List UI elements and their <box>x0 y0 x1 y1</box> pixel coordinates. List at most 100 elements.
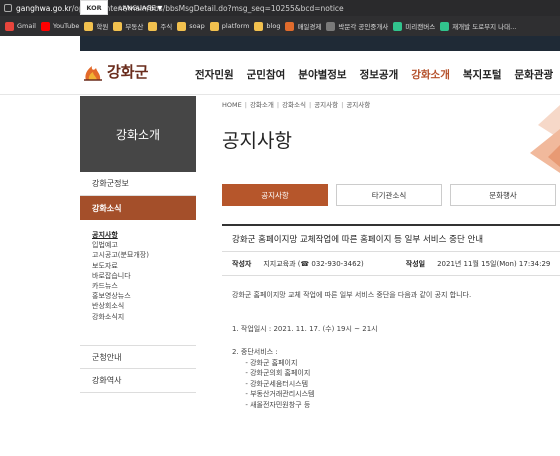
breadcrumb-separator: | <box>341 101 344 109</box>
site-header: 강화군 전자민원 군민참여 분야별정보 정보공개 강화소개 복지포털 문화관광 <box>0 51 560 95</box>
breadcrumb-separator: | <box>276 101 280 109</box>
bookmark-icon <box>393 21 403 31</box>
sidebar-sub-item[interactable]: 반상회소식 <box>92 301 196 311</box>
breadcrumb-item[interactable]: 강화소식 <box>282 101 306 109</box>
bookmark-item[interactable]: 부동산 <box>113 21 143 31</box>
top-strip-bg <box>80 36 560 51</box>
sidebar-title-text: 강화소개 <box>115 127 161 142</box>
post-body-line: 2. 중단서비스 : <box>232 347 278 356</box>
bookmark-icon <box>254 21 264 31</box>
sidebar-item-office[interactable]: 군청안내 <box>80 345 196 369</box>
bookmark-item[interactable]: 학원 <box>84 21 108 31</box>
nav-item[interactable]: 군민참여 <box>247 67 286 82</box>
main-nav: 전자민원 군민참여 분야별정보 정보공개 강화소개 복지포털 문화관광 <box>195 67 560 82</box>
sidebar-sub-menu: 공지사항 입법예고 고시공고(분묘개장) 보도자료 바로잡습니다 카드뉴스 홍보영상뉴스 반상… <box>92 230 196 322</box>
bookmark-item[interactable]: 주식 <box>148 21 172 31</box>
sidebar-sub-item[interactable]: 보도자료 <box>92 261 196 271</box>
page-title: 공지사항 <box>222 130 292 152</box>
sidebar-sub-item[interactable]: 바로잡습니다 <box>92 271 196 281</box>
board-tab[interactable]: 문화행사 <box>450 184 556 206</box>
language-dropdown[interactable]: LANGUAGE ▼ <box>119 0 162 15</box>
post-meta: 작성자 지지교육과 (☎ 032-930-3462) 작성일 2021년 11월… <box>222 252 560 276</box>
nav-item[interactable]: 문화관광 <box>515 67 554 82</box>
post-body-line: - 강화군 홈페이지 <box>232 358 298 367</box>
bookmark-label: soap <box>189 22 205 30</box>
bookmark-icon <box>84 21 94 31</box>
bookmark-item[interactable]: platform <box>209 21 250 31</box>
bookmark-item[interactable]: blog <box>254 21 280 31</box>
bookmark-label: Gmail <box>17 22 36 30</box>
bookmark-icon <box>148 21 158 31</box>
post-body-line: - 강화군의회 홈페이지 <box>232 369 311 378</box>
bookmark-label: platform <box>221 22 250 30</box>
board-tab[interactable]: 공지사항 <box>222 184 328 206</box>
logo-icon <box>84 65 102 81</box>
author-value: 지지교육과 (☎ 032-930-3462) <box>263 259 364 268</box>
bookmark-item[interactable]: YouTube <box>40 21 79 31</box>
bookmark-item[interactable]: soap <box>177 21 205 31</box>
bookmark-icon <box>5 21 14 31</box>
bookmark-item[interactable]: Gmail <box>5 21 36 31</box>
post-body-line <box>232 311 560 322</box>
sidebar-sub-item[interactable]: 홍보영상뉴스 <box>92 291 196 301</box>
bookmark-item[interactable]: 미리캔버스 <box>393 21 435 31</box>
author-label: 작성자 <box>232 259 252 268</box>
date-label: 작성일 <box>405 259 426 268</box>
breadcrumb-item[interactable]: 강화소개 <box>250 101 274 109</box>
sidebar-item-news[interactable]: 강화소식 <box>80 196 196 220</box>
bookmark-icon <box>113 21 123 31</box>
bookmark-label: 학원 <box>96 23 109 31</box>
bookmark-label: 부동산 <box>125 23 144 31</box>
site-logo[interactable]: 강화군 <box>82 61 148 82</box>
bookmark-item[interactable]: 재개발 도로부지 나대... <box>440 21 516 31</box>
bookmark-label: 박문각 공인중개사 <box>338 23 389 31</box>
bookmark-icon <box>177 21 187 31</box>
post-body-line: 강화군 홈페이지망 교체 작업에 따른 일부 서비스 중단을 다음과 같이 공지… <box>232 291 472 299</box>
date-value: 2021년 11월 15일(Mon) 17:34:29 <box>437 259 551 268</box>
post-body-line <box>232 301 560 312</box>
sidebar-sub-item[interactable]: 고시공고(분묘개장) <box>92 250 196 260</box>
board-tab[interactable]: 타기관소식 <box>336 184 442 206</box>
logo-text: 강화군 <box>107 63 149 81</box>
breadcrumb-item[interactable]: HOME <box>222 101 242 109</box>
bookmark-icon <box>326 21 336 31</box>
board-tabs: 공지사항 타기관소식 문화행사 <box>222 184 560 206</box>
breadcrumb-separator: | <box>308 101 312 109</box>
site-top-strip <box>0 36 560 51</box>
sidebar-item-info[interactable]: 강화군정보 <box>80 172 196 196</box>
breadcrumb: HOME | 강화소개 | 강화소식 | 공지사항 | 공지사항 <box>222 99 370 109</box>
kor-button[interactable]: KOR <box>80 0 108 15</box>
sidebar-sub-item[interactable]: 입법예고 <box>92 240 196 250</box>
bookmark-label: 미리캔버스 <box>405 23 436 31</box>
sidebar-sub-item[interactable]: 공지사항 <box>92 230 196 240</box>
post-body: 강화군 홈페이지망 교체 작업에 따른 일부 서비스 중단을 다음과 같이 공지… <box>232 290 560 411</box>
bookmark-label: 주식 <box>160 23 173 31</box>
nav-item[interactable]: 강화소개 <box>411 67 450 82</box>
breadcrumb-item[interactable]: 공지사항 <box>314 101 338 109</box>
nav-item[interactable]: 분야별정보 <box>298 67 346 82</box>
bookmark-item[interactable]: 매일경제 <box>285 21 321 31</box>
post-body-line <box>232 334 560 345</box>
lock-icon <box>4 4 12 12</box>
url-text[interactable]: ganghwa.go.kr/open_content/main/bbs/bbsM… <box>16 4 344 13</box>
sidebar-sub-item[interactable]: 카드뉴스 <box>92 281 196 291</box>
post-body-line: - 강화군세움터시스템 <box>232 379 309 388</box>
sidebar-item-history[interactable]: 강화역사 <box>80 369 196 393</box>
breadcrumb-separator: | <box>244 101 247 109</box>
bookmark-item[interactable]: 박문각 공인중개사 <box>326 21 388 31</box>
post-title: 강화군 홈페이지망 교체작업에 따른 홈페이지 등 일부 서비스 중단 안내 <box>222 224 560 252</box>
bookmark-icon <box>440 21 450 31</box>
sidebar-sub-item[interactable]: 강화소식지 <box>92 312 196 322</box>
breadcrumb-item[interactable]: 공지사항 <box>346 101 370 109</box>
bookmarks-bar: Gmail YouTube 학원 부동산 주식 soap platform blog 매일경제 박… <box>0 16 560 36</box>
sidebar-title: 강화소개 <box>80 96 196 172</box>
bookmark-label: 재개발 도로부지 나대... <box>452 23 517 31</box>
bookmark-label: 매일경제 <box>297 23 322 31</box>
post-body-line: - 새올전자민원창구 등 <box>232 400 311 409</box>
bookmark-icon <box>285 21 295 31</box>
post-body-line: - 부동산거래관리시스템 <box>232 390 315 399</box>
post-body-line: 1. 작업일시 : 2021. 11. 17. (수) 19시 ~ 21시 <box>232 324 378 333</box>
nav-item[interactable]: 정보공개 <box>360 67 399 82</box>
nav-item[interactable]: 전자민원 <box>195 67 234 82</box>
nav-item[interactable]: 복지포털 <box>463 67 502 82</box>
